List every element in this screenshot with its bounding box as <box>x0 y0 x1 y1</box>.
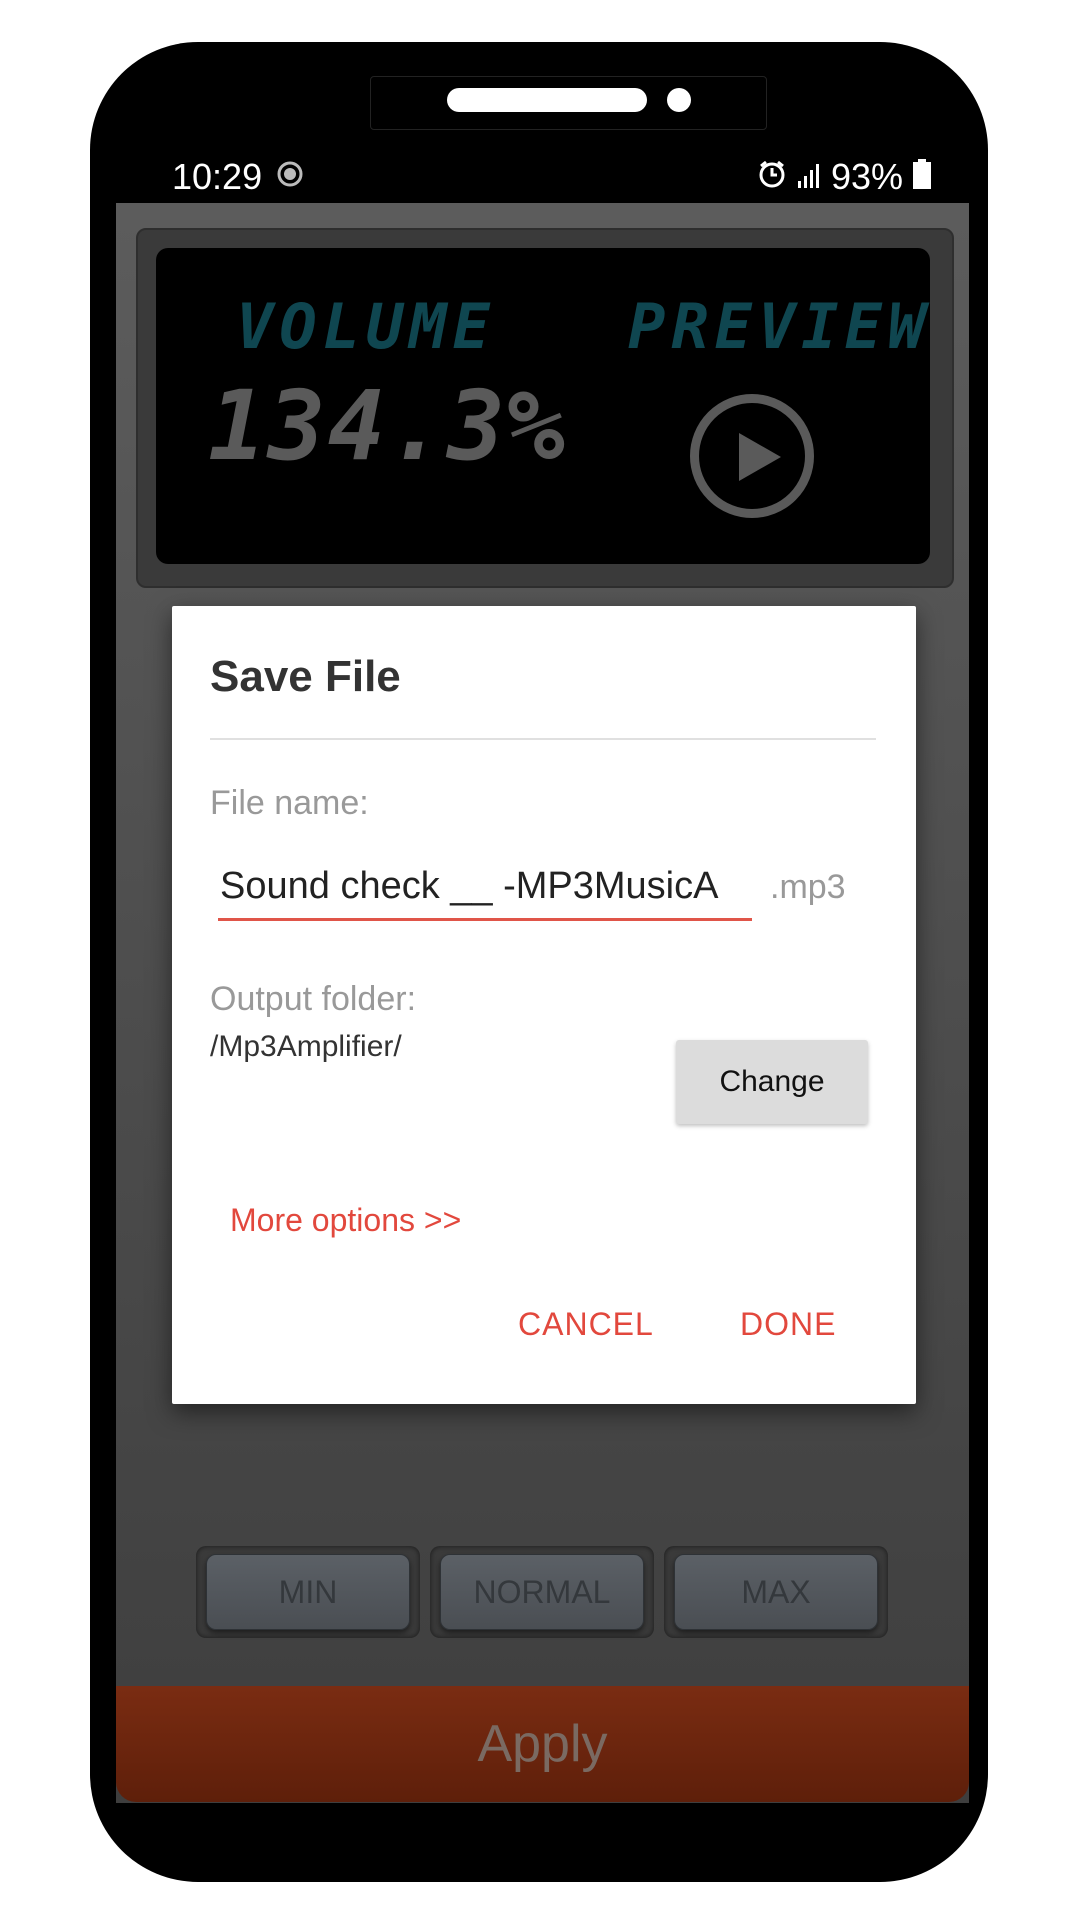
file-name-label: File name: <box>210 784 369 822</box>
volume-value: 134.3% <box>208 370 567 482</box>
min-button[interactable]: MIN <box>206 1554 410 1630</box>
battery-icon <box>913 156 931 198</box>
cancel-button[interactable]: CANCEL <box>518 1306 654 1343</box>
output-folder-label: Output folder: <box>210 980 417 1018</box>
preset-slot-min: MIN <box>196 1546 420 1638</box>
volume-label: VOLUME <box>236 290 496 363</box>
front-camera <box>667 88 691 112</box>
apply-button[interactable]: Apply <box>116 1686 969 1802</box>
signal-icon <box>797 156 821 198</box>
change-folder-button[interactable]: Change <box>676 1040 868 1124</box>
dialog-divider <box>210 738 876 740</box>
preset-row: MIN NORMAL MAX <box>196 1546 892 1638</box>
battery-percent: 93% <box>830 156 903 197</box>
dialog-title: Save File <box>210 652 401 701</box>
status-right: 93% <box>757 156 931 198</box>
save-file-dialog: Save File File name: .mp3 Output folder:… <box>172 606 916 1404</box>
record-icon <box>276 160 304 188</box>
more-options-link[interactable]: More options >> <box>230 1202 461 1239</box>
preset-slot-max: MAX <box>664 1546 888 1638</box>
preview-play-button[interactable] <box>690 394 814 518</box>
normal-button[interactable]: NORMAL <box>440 1554 644 1630</box>
play-icon <box>739 433 781 481</box>
file-name-input[interactable] <box>218 860 752 921</box>
earpiece-speaker <box>447 88 647 112</box>
preview-label: PREVIEW <box>628 290 932 363</box>
file-extension: .mp3 <box>770 868 846 906</box>
alarm-icon <box>757 156 787 198</box>
max-button[interactable]: MAX <box>674 1554 878 1630</box>
done-button[interactable]: DONE <box>740 1306 836 1343</box>
status-time: 10:29 <box>172 156 263 197</box>
status-bar: 10:29 93% <box>116 150 969 205</box>
preset-slot-normal: NORMAL <box>430 1546 654 1638</box>
output-folder-value: /Mp3Amplifier/ <box>210 1030 402 1063</box>
